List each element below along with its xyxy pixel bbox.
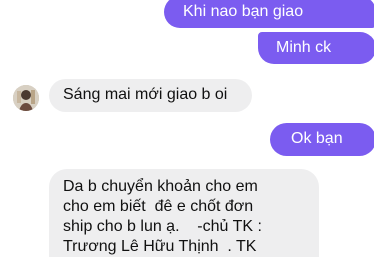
sent-message-ok-ban[interactable]: Ok bạn [270, 123, 374, 156]
message-text-line-1: Da b chuyển khoản cho em [63, 178, 258, 195]
message-text: Minh ck [276, 39, 332, 56]
received-message-sang-mai[interactable]: Sáng mai mới giao b oi [49, 79, 252, 112]
sent-message-minh-ck[interactable]: Minh ck [258, 32, 374, 64]
message-text-line-2: cho em biết đê e chốt đơn [63, 198, 254, 215]
message-text: Ok bạn [291, 130, 343, 147]
sent-message-khi-nao-ban-giao[interactable]: Khi nao bạn giao [164, 0, 374, 28]
message-text-line-4: Trương Lê Hữu Thịnh . TK [63, 238, 257, 255]
contact-avatar-icon[interactable] [13, 85, 39, 111]
message-text: Sáng mai mới giao b oi [63, 86, 228, 103]
received-message-chuyen-khoan[interactable]: Da b chuyển khoản cho em cho em biết đê … [49, 169, 319, 257]
message-text-line-3: ship cho b lun ạ. -chủ TK : [63, 218, 262, 235]
message-thread: Khi nao bạn giao Minh ck Sáng mai mới gi… [0, 0, 374, 257]
message-text: Khi nao bạn giao [183, 3, 304, 20]
